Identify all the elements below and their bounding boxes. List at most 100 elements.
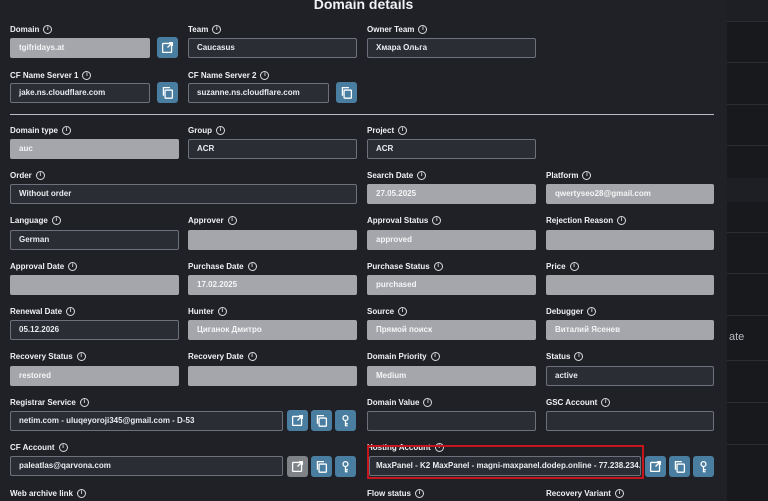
copy-cf-account-button[interactable] <box>311 456 332 477</box>
domain-priority-label: Domain Priority i <box>367 350 440 362</box>
domain-label: Domain i <box>10 23 53 35</box>
copy-registrar-button[interactable] <box>311 410 332 431</box>
info-icon[interactable]: i <box>418 24 428 34</box>
cf-account-label: CF Account i <box>10 441 68 453</box>
purchase-date-field: 17.02.2025 <box>188 275 357 295</box>
info-icon[interactable]: i <box>433 261 443 271</box>
hunter-field: Циганок Дмитро <box>188 320 357 340</box>
background-text: ate <box>729 331 745 343</box>
info-icon[interactable]: i <box>617 215 627 225</box>
background-divider <box>727 444 768 445</box>
info-icon[interactable]: i <box>76 351 86 361</box>
recovery-date-field <box>188 366 357 386</box>
info-icon[interactable]: i <box>68 261 78 271</box>
approval-status-field: approved <box>367 230 536 250</box>
team-field[interactable]: Caucasus <box>188 38 357 58</box>
background-divider <box>727 104 768 105</box>
copy-hosting-button[interactable] <box>669 456 690 477</box>
open-cf-account-button[interactable] <box>287 456 308 477</box>
info-icon[interactable]: i <box>574 351 584 361</box>
copy-icon <box>341 86 353 99</box>
order-label: Order i <box>10 169 45 181</box>
info-icon[interactable]: i <box>82 70 92 80</box>
info-icon[interactable]: i <box>35 170 45 180</box>
copy-ns2-button[interactable] <box>336 82 357 103</box>
info-icon[interactable]: i <box>247 261 257 271</box>
info-icon[interactable]: i <box>51 215 61 225</box>
background-page: ate <box>727 0 768 501</box>
section-divider <box>10 114 714 115</box>
cf-ns1-field[interactable]: jake.ns.cloudflare.com <box>10 83 150 103</box>
gsc-account-field[interactable] <box>546 411 714 431</box>
info-icon[interactable]: i <box>260 70 270 80</box>
info-icon[interactable]: i <box>432 215 442 225</box>
rejection-reason-label: Rejection Reason i <box>546 214 627 226</box>
group-label: Group i <box>188 124 225 136</box>
info-icon[interactable]: i <box>66 306 76 316</box>
info-icon[interactable]: i <box>58 442 68 452</box>
registrar-key-button[interactable] <box>335 410 356 431</box>
info-icon[interactable]: i <box>227 215 237 225</box>
registrar-service-field[interactable]: netim.com - uluqeyoroji345@gmail.com - D… <box>10 411 283 431</box>
open-hosting-button[interactable] <box>645 456 666 477</box>
info-icon[interactable]: i <box>415 488 425 498</box>
approver-label: Approver i <box>188 214 237 226</box>
cf-account-key-button[interactable] <box>335 456 356 477</box>
info-icon[interactable]: i <box>77 488 86 498</box>
group-field[interactable]: ACR <box>188 139 357 159</box>
info-icon[interactable]: i <box>430 351 440 361</box>
copy-ns1-button[interactable] <box>157 82 178 103</box>
info-icon[interactable]: i <box>582 170 592 180</box>
renewal-date-field[interactable]: 05.12.2026 <box>10 320 179 340</box>
info-icon[interactable]: i <box>62 125 72 135</box>
info-icon[interactable]: i <box>79 397 89 407</box>
info-icon[interactable]: i <box>587 306 597 316</box>
info-icon[interactable]: i <box>423 397 433 407</box>
price-label: Price i <box>546 260 579 272</box>
domain-priority-field: Medium <box>367 366 536 386</box>
info-icon[interactable]: i <box>43 24 53 34</box>
copy-icon <box>316 414 328 427</box>
info-icon[interactable]: i <box>417 170 427 180</box>
project-field[interactable]: ACR <box>367 139 536 159</box>
info-icon[interactable]: i <box>212 24 222 34</box>
recovery-date-label: Recovery Date i <box>188 350 257 362</box>
external-link-icon <box>291 414 304 427</box>
info-icon[interactable]: i <box>601 397 611 407</box>
owner-team-label: Owner Team i <box>367 23 428 35</box>
language-field[interactable]: German <box>10 230 179 250</box>
recovery-status-field: restored <box>10 366 179 386</box>
domain-value-field[interactable] <box>367 411 536 431</box>
cf-ns2-field[interactable]: suzanne.ns.cloudflare.com <box>188 83 329 103</box>
open-domain-button[interactable] <box>157 37 178 58</box>
cf-account-field[interactable]: paleatlas@qarvona.com <box>10 456 283 476</box>
language-label: Language i <box>10 214 61 226</box>
domain-type-label: Domain type i <box>10 124 72 136</box>
info-icon[interactable]: i <box>398 306 408 316</box>
source-field: Прямой поиск <box>367 320 536 340</box>
team-label: Team i <box>188 23 222 35</box>
info-icon[interactable]: i <box>398 125 408 135</box>
web-archive-link-label: Web archive link i <box>10 487 86 499</box>
approval-date-field <box>10 275 179 295</box>
domain-field: tgifridays.at <box>10 38 150 58</box>
info-icon[interactable]: i <box>569 261 579 271</box>
status-field[interactable]: active <box>546 366 714 386</box>
purchase-status-label: Purchase Status i <box>367 260 443 272</box>
hosting-key-button[interactable] <box>693 456 714 477</box>
background-divider <box>727 273 768 274</box>
domain-value-label: Domain Value i <box>367 396 433 408</box>
registrar-service-label: Registrar Service i <box>10 396 89 408</box>
info-icon[interactable]: i <box>217 306 227 316</box>
order-field[interactable]: Without order <box>10 184 357 204</box>
domain-type-field: auc <box>10 139 179 159</box>
cf-ns1-label: CF Name Server 1i <box>10 69 92 81</box>
info-icon[interactable]: i <box>247 351 257 361</box>
background-row <box>727 0 768 21</box>
owner-team-field[interactable]: Хмара Ольга <box>367 38 536 58</box>
info-icon[interactable]: i <box>614 488 624 498</box>
domain-details-modal: Domain details Domain i tgifridays.at Tea… <box>0 0 727 501</box>
recovery-variant-label: Recovery Variant i <box>546 487 624 499</box>
info-icon[interactable]: i <box>216 125 225 135</box>
open-registrar-button[interactable] <box>287 410 308 431</box>
